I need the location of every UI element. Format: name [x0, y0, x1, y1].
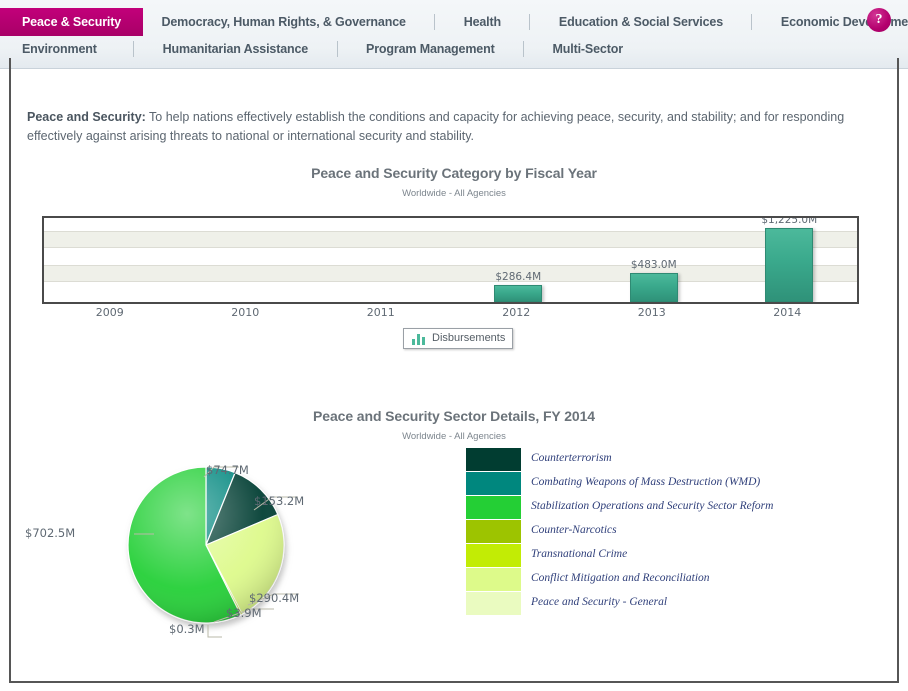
tab-program-management[interactable]: Program Management — [352, 35, 509, 63]
legend-color-swatch — [466, 544, 521, 567]
legend-item-label: Counterterrorism — [531, 452, 612, 464]
disbursements-legend-button[interactable]: Disbursements — [403, 328, 513, 349]
legend-item-label: Peace and Security - General — [531, 596, 668, 608]
tab-environment[interactable]: Environment — [0, 35, 119, 63]
pie-label-counterterrorism: $153.2M — [254, 494, 305, 508]
pie-chart-subtitle: Worldwide - All Agencies — [402, 431, 506, 442]
tab-health[interactable]: Health — [450, 8, 515, 36]
legend-color-swatch — [466, 448, 521, 471]
pie-chart-title: Peace and Security Sector Details, FY 20… — [313, 408, 595, 424]
legend-item-label: Stabilization Operations and Security Se… — [531, 500, 774, 512]
x-axis-tick-label: 2011 — [366, 306, 395, 319]
legend-item-label: Conflict Mitigation and Reconciliation — [531, 572, 710, 584]
x-axis-tick-label: 2009 — [95, 306, 124, 319]
legend-item-label: Combating Weapons of Mass Destruction (W… — [531, 476, 761, 488]
tab-humanitarian-assistance[interactable]: Humanitarian Assistance — [149, 35, 322, 63]
legend-item[interactable]: Stabilization Operations and Security Se… — [466, 496, 866, 520]
legend-color-swatch — [466, 472, 521, 495]
legend-item[interactable]: Counterterrorism — [466, 448, 866, 472]
pie-label-transnational-crime: $3.9M — [226, 606, 262, 620]
bar-chart-plot-area: $286.4M $483.0M $1,225.0M — [42, 216, 859, 304]
legend-item[interactable]: Peace and Security - General — [466, 592, 866, 616]
nav-row-secondary: Environment Humanitarian Assistance Prog… — [0, 35, 908, 63]
tab-multi-sector[interactable]: Multi-Sector — [539, 35, 637, 63]
bar-column: $1,225.0M — [722, 218, 858, 302]
legend-color-swatch — [466, 592, 521, 615]
legend-color-swatch — [466, 496, 521, 519]
legend-item[interactable]: Counter-Narcotics — [466, 520, 866, 544]
sector-description-text: To help nations effectively establish th… — [27, 110, 845, 143]
sector-description: Peace and Security: To help nations effe… — [27, 108, 872, 146]
legend-item-label: Counter-Narcotics — [531, 524, 617, 536]
nav-row-primary: Peace & Security Democracy, Human Rights… — [0, 8, 908, 36]
bar-column — [44, 218, 180, 302]
x-axis-tick-label: 2013 — [637, 306, 666, 319]
x-axis-tick-label: 2010 — [231, 306, 260, 319]
bar-chart-icon — [412, 334, 425, 345]
pie-label-conflict-mitigation: $702.5M — [25, 526, 76, 540]
pie-label-general: $290.4M — [249, 591, 300, 605]
content-frame: Peace and Security: To help nations effe… — [9, 70, 899, 683]
bar[interactable] — [629, 273, 678, 302]
sector-description-label: Peace and Security: — [27, 110, 146, 124]
pie-chart-legend: Counterterrorism Combating Weapons of Mas… — [466, 448, 866, 616]
help-icon[interactable]: ? — [867, 8, 891, 32]
bar[interactable] — [765, 228, 814, 302]
x-axis-tick-label: 2012 — [502, 306, 531, 319]
top-navigation-header: Peace & Security Democracy, Human Rights… — [0, 0, 908, 69]
nav-separator — [523, 41, 525, 57]
legend-item[interactable]: Transnational Crime — [466, 544, 866, 568]
nav-separator — [434, 14, 436, 30]
bar-value-label: $1,225.0M — [761, 216, 818, 226]
pie-leader-line — [207, 625, 222, 638]
bar-chart-title: Peace and Security Category by Fiscal Ye… — [311, 165, 597, 181]
nav-separator — [529, 14, 531, 30]
bar[interactable] — [494, 285, 543, 302]
bar-column — [315, 218, 451, 302]
bar-column: $483.0M — [586, 218, 722, 302]
legend-color-swatch — [466, 520, 521, 543]
bar-chart-subtitle: Worldwide - All Agencies — [402, 188, 506, 199]
page-root: Peace & Security Democracy, Human Rights… — [0, 0, 908, 691]
nav-separator — [336, 41, 338, 57]
bar-column — [180, 218, 316, 302]
legend-item[interactable]: Conflict Mitigation and Reconciliation — [466, 568, 866, 592]
tab-peace-and-security[interactable]: Peace & Security — [0, 8, 144, 36]
bar-value-label: $286.4M — [495, 271, 542, 283]
nav-separator — [133, 41, 135, 57]
tab-democracy-human-rights-governance[interactable]: Democracy, Human Rights, & Governance — [148, 8, 420, 36]
tab-education-social-services[interactable]: Education & Social Services — [545, 8, 737, 36]
pie-label-wmd: $74.7M — [206, 463, 249, 477]
pie-label-counter-narcotics: $0.3M — [169, 622, 205, 636]
bar-value-label: $483.0M — [630, 259, 677, 271]
legend-item-label: Transnational Crime — [531, 548, 628, 560]
disbursements-legend-label: Disbursements — [432, 332, 506, 344]
nav-separator — [751, 14, 753, 30]
legend-item[interactable]: Combating Weapons of Mass Destruction (W… — [466, 472, 866, 496]
legend-color-swatch — [466, 568, 521, 591]
bar-column: $286.4M — [451, 218, 587, 302]
bar-series-layer: $286.4M $483.0M $1,225.0M — [44, 218, 857, 302]
x-axis-tick-label: 2014 — [773, 306, 802, 319]
bar-chart-x-axis: 2009 2010 2011 2012 2013 2014 — [42, 306, 859, 326]
